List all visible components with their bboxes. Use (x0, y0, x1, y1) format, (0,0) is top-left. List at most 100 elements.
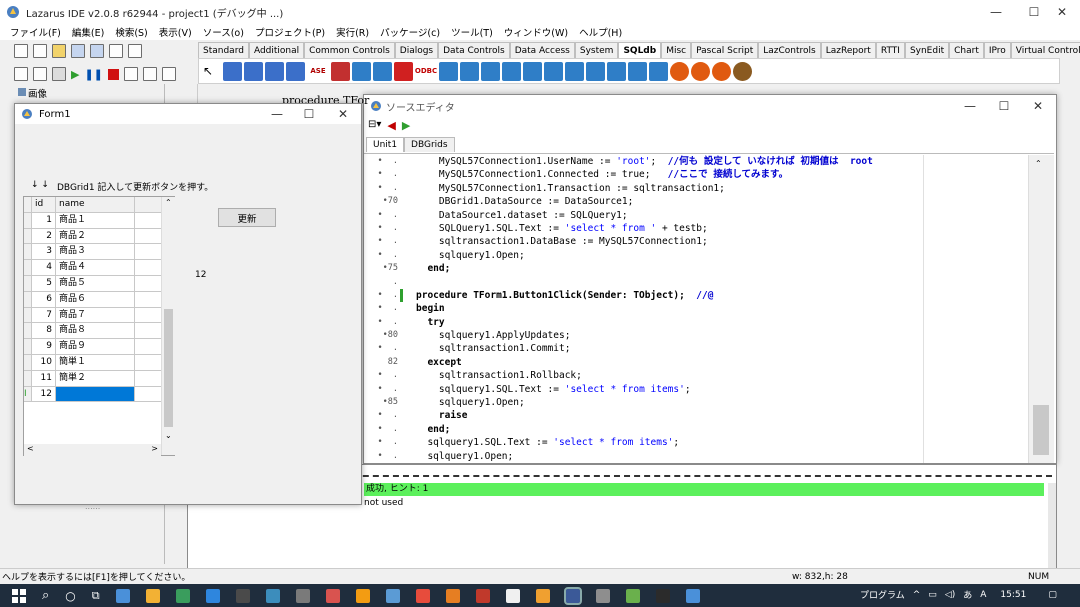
code-text[interactable]: sqlquery1.Open; (404, 450, 513, 463)
network-icon[interactable]: ▭ (928, 590, 937, 600)
sqldb-component-icon[interactable] (670, 61, 689, 81)
grid-header-name[interactable]: name (56, 197, 135, 212)
palette-tab-dialogs[interactable]: Dialogs (394, 42, 439, 58)
palette-tab-data-access[interactable]: Data Access (509, 42, 575, 58)
grid-header-id[interactable]: id (32, 197, 56, 212)
line-gutter[interactable]: • . (364, 436, 404, 449)
run-icon[interactable]: ▶ (71, 68, 79, 81)
grid-cell-name[interactable]: 商品１ (56, 212, 135, 228)
grid-cell-id[interactable]: 1 (32, 212, 56, 228)
menu-item-0[interactable]: ファイル(F) (10, 25, 61, 39)
code-text[interactable]: sqlquery1.Open; (404, 249, 525, 262)
new-form-icon[interactable] (33, 44, 47, 58)
tray-chevron-icon[interactable]: ^ (913, 590, 921, 600)
palette-tab-additional[interactable]: Additional (248, 42, 305, 58)
grid-scroll-right-icon[interactable]: > (151, 444, 158, 456)
sqldb-component-icon[interactable] (286, 61, 305, 81)
code-line[interactable]: 82 except (364, 356, 1028, 369)
code-line[interactable]: • . try (364, 316, 1028, 329)
taskbar-app-icon[interactable] (475, 588, 490, 603)
code-text[interactable]: MySQL57Connection1.UserName := 'root'; /… (404, 155, 873, 168)
line-gutter[interactable]: •85 (364, 396, 404, 409)
scroll-up-icon[interactable]: ⌃ (1035, 159, 1042, 168)
code-line[interactable]: • . MySQL57Connection1.UserName := 'root… (364, 155, 1028, 168)
grid-cell-name[interactable]: 簡単１ (56, 354, 135, 370)
sqldb-component-icon[interactable]: ODBC (415, 62, 437, 81)
code-text[interactable]: DBGrid1.DataSource := DataSource1; (404, 195, 633, 208)
line-gutter[interactable]: •75 (364, 262, 404, 275)
sqldb-component-icon[interactable] (481, 61, 500, 81)
line-gutter[interactable]: •70 (364, 195, 404, 208)
code-text[interactable] (404, 276, 416, 289)
code-text[interactable]: MySQL57Connection1.Connected := true; //… (404, 168, 788, 181)
line-gutter[interactable]: •80 (364, 329, 404, 342)
code-line[interactable]: • . SQLQuery1.SQL.Text := 'select * from… (364, 222, 1028, 235)
palette-tab-common-controls[interactable]: Common Controls (304, 42, 395, 58)
palette-tab-lazreport[interactable]: LazReport (820, 42, 876, 58)
new-unit-icon[interactable] (14, 44, 28, 58)
table-row[interactable]: 2 商品２ (24, 228, 174, 245)
grid-vertical-scrollbar[interactable]: ⌃ ⌄ (161, 197, 175, 455)
row-indicator[interactable] (24, 323, 32, 339)
grid-scroll-up-icon[interactable]: ⌃ (165, 198, 172, 207)
table-row[interactable]: 4 商品４ (24, 260, 174, 276)
scrollbar-thumb[interactable] (1033, 405, 1049, 455)
taskbar-app-icon[interactable] (535, 588, 550, 603)
row-indicator[interactable] (24, 339, 32, 354)
code-text[interactable]: sqltransaction1.Rollback; (404, 369, 582, 382)
menu-item-2[interactable]: 検索(S) (115, 25, 147, 39)
palette-tab-system[interactable]: System (574, 42, 619, 58)
line-gutter[interactable]: • . (364, 155, 404, 168)
table-row[interactable]: I 12 (24, 386, 174, 403)
sqldb-component-icon[interactable] (523, 61, 542, 81)
taskbar-app-icon[interactable] (205, 588, 220, 603)
code-text[interactable]: sqlquery1.SQL.Text := 'select * from ite… (404, 436, 679, 449)
copy-icon[interactable] (33, 67, 47, 81)
code-text[interactable]: begin (404, 302, 445, 315)
vertical-scrollbar[interactable]: ⌃ (1028, 155, 1054, 463)
sqldb-component-icon[interactable] (628, 61, 647, 81)
sqldb-component-icon[interactable] (565, 61, 584, 81)
taskbar-app-icon[interactable] (655, 588, 670, 603)
row-indicator[interactable]: I (24, 386, 32, 402)
line-gutter[interactable]: • . (364, 249, 404, 262)
table-row[interactable]: 5 商品５ (24, 275, 174, 292)
line-gutter[interactable]: • . (364, 289, 404, 302)
toggle-form-icon[interactable] (109, 44, 123, 58)
taskbar-app-icon[interactable] (595, 588, 610, 603)
line-gutter[interactable]: • . (364, 182, 404, 195)
menu-item-5[interactable]: プロジェクト(P) (255, 25, 325, 39)
sqldb-component-icon[interactable] (331, 61, 350, 81)
line-gutter[interactable]: • . (364, 423, 404, 436)
view-units-icon[interactable] (128, 44, 142, 58)
ime-mode-icon[interactable]: あ (963, 588, 972, 601)
view-forms-icon[interactable] (14, 67, 28, 81)
line-gutter[interactable]: • . (364, 168, 404, 181)
row-indicator[interactable] (24, 244, 32, 260)
forward-arrow-icon[interactable]: ▶ (402, 119, 410, 132)
row-indicator[interactable] (24, 307, 32, 323)
code-text[interactable]: DataSource1.dataset := SQLQuery1; (404, 209, 628, 222)
row-indicator[interactable] (24, 354, 32, 370)
line-gutter[interactable]: • . (364, 383, 404, 396)
line-gutter[interactable]: • . (364, 369, 404, 382)
grid-cell-id[interactable]: 10 (32, 354, 56, 370)
table-row[interactable]: 3 商品３ (24, 244, 174, 261)
update-button[interactable]: 更新 (218, 208, 276, 227)
grid-cell-id[interactable]: 9 (32, 339, 56, 354)
taskbar-app-icon[interactable] (355, 588, 370, 603)
tab-unit1[interactable]: Unit1 (366, 137, 405, 152)
form-resize-grip[interactable]: ...... (85, 502, 100, 511)
code-line[interactable]: • . MySQL57Connection1.Transaction := sq… (364, 182, 1028, 195)
sqldb-component-icon[interactable] (691, 61, 710, 81)
taskbar-app-icon[interactable] (505, 588, 520, 603)
sqldb-component-icon[interactable] (244, 61, 263, 81)
sqldb-component-icon[interactable]: ASE (307, 62, 329, 81)
code-editor[interactable]: • . MySQL57Connection1.UserName := 'root… (364, 155, 1028, 463)
palette-tab-virtual-controls[interactable]: Virtual Controls (1010, 42, 1080, 58)
code-line[interactable]: • . sqltransaction1.Commit; (364, 342, 1028, 355)
taskbar-app-icon[interactable] (415, 588, 430, 603)
taskbar-app-icon[interactable] (685, 588, 700, 603)
grid-scroll-down-icon[interactable]: ⌄ (165, 431, 172, 440)
sqldb-component-icon[interactable] (265, 61, 284, 81)
